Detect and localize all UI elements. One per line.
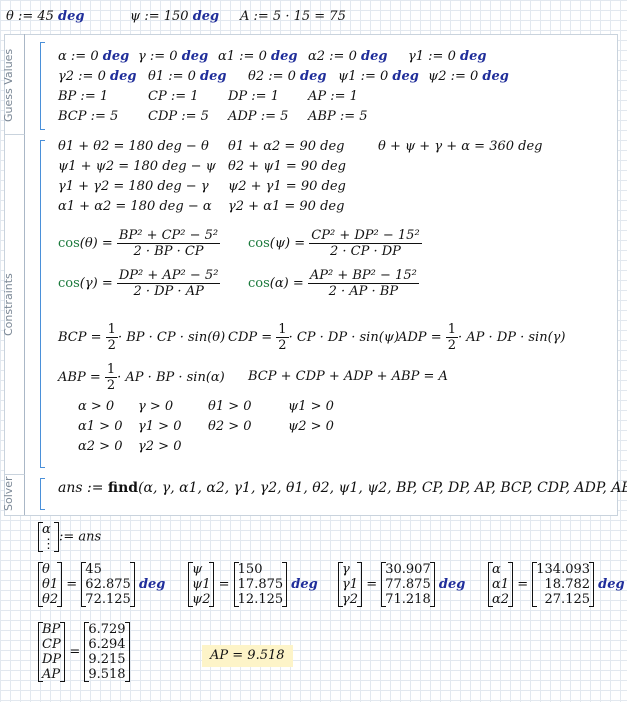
ineq-psi2[interactable]: ψ2 > 0 <box>288 419 334 435</box>
guess-values-label: Guess Values <box>2 48 15 122</box>
cos-function: cos <box>58 236 80 251</box>
guess-alpha2[interactable]: α2 := 0 deg <box>308 49 387 65</box>
guess-gamma2[interactable]: γ2 := 0 deg <box>58 69 136 85</box>
result-gamma-vector[interactable]: γ γ1 γ2 = 30.907 77.875 71.218 deg <box>338 562 465 607</box>
constraint-gamma2-alpha1[interactable]: γ2 + α1 = 90 deg <box>228 199 344 215</box>
guess-theta1[interactable]: θ1 := 0 deg <box>148 69 227 85</box>
ineq-alpha1[interactable]: α1 > 0 <box>78 419 122 435</box>
guess-gamma1[interactable]: γ1 := 0 deg <box>408 49 486 65</box>
solver-label: Solver <box>2 476 15 512</box>
solver-bracket <box>40 478 45 510</box>
constraint-theta2-psi1[interactable]: θ2 + ψ1 = 90 deg <box>228 159 346 175</box>
constraint-psi-sum[interactable]: ψ1 + ψ2 = 180 deg − ψ <box>58 159 216 175</box>
cos-function: cos <box>248 236 270 251</box>
guess-bp[interactable]: BP := 1 <box>58 89 108 105</box>
constraint-theta1-alpha2[interactable]: θ1 + α2 = 90 deg <box>228 139 344 155</box>
constraint-area-abp[interactable]: ABP = 1 2 · AP · BP · sin(α) <box>58 362 225 393</box>
guess-bracket <box>40 42 45 130</box>
ineq-theta1[interactable]: θ1 > 0 <box>208 399 252 415</box>
constraint-gamma-sum[interactable]: γ1 + γ2 = 180 deg − γ <box>58 179 209 195</box>
guess-abp[interactable]: ABP := 5 <box>308 109 368 125</box>
constraint-alpha-sum[interactable]: α1 + α2 = 180 deg − α <box>58 199 212 215</box>
guess-gamma[interactable]: γ := 0 deg <box>138 49 208 65</box>
ineq-alpha2[interactable]: α2 > 0 <box>78 439 122 455</box>
constraint-theta-sum[interactable]: θ1 + θ2 = 180 deg − θ <box>58 139 209 155</box>
constraints-bracket <box>40 140 45 468</box>
psi-definition[interactable]: ψ := 150 deg <box>130 9 219 25</box>
result-alpha-vector[interactable]: α α1 α2 = 134.093 18.782 27.125 deg <box>488 562 625 607</box>
result-assignment[interactable]: α ⋮:= ans <box>38 522 101 552</box>
find-function: find <box>107 480 139 496</box>
constraint-cos-gamma[interactable]: cos(γ) = DP² + AP² − 5² 2 · DP · AP <box>58 268 221 299</box>
ineq-gamma[interactable]: γ > 0 <box>138 399 173 415</box>
guess-alpha[interactable]: α := 0 deg <box>58 49 129 65</box>
constraint-cos-theta[interactable]: cos(θ) = BP² + CP² − 5² 2 · BP · CP <box>58 228 221 259</box>
guess-psi2[interactable]: ψ2 := 0 deg <box>428 69 509 85</box>
guess-alpha1[interactable]: α1 := 0 deg <box>218 49 297 65</box>
area-definition[interactable]: A := 5 · 15 = 75 <box>240 9 346 25</box>
guess-psi1[interactable]: ψ1 := 0 deg <box>338 69 419 85</box>
guess-adp[interactable]: ADP := 5 <box>228 109 288 125</box>
unit-label: deg <box>192 9 220 24</box>
constraint-psi2-gamma1[interactable]: ψ2 + γ1 = 90 deg <box>228 179 346 195</box>
area-def-text: A := 5 · 15 = 75 <box>240 9 346 24</box>
constraint-total-angle[interactable]: θ + ψ + γ + α = 360 deg <box>378 139 542 155</box>
guess-theta2[interactable]: θ2 := 0 deg <box>248 69 327 85</box>
guess-bcp[interactable]: BCP := 5 <box>58 109 118 125</box>
solver-find-expression[interactable]: ans := find(α, γ, α1, α2, γ1, γ2, θ1, θ2… <box>58 480 627 496</box>
result-theta-vector[interactable]: θ θ1 θ2 = 45 62.875 72.125 deg <box>38 562 165 607</box>
ineq-alpha[interactable]: α > 0 <box>78 399 114 415</box>
constraint-area-sum[interactable]: BCP + CDP + ADP + ABP = A <box>248 369 448 385</box>
constraint-area-bcp[interactable]: BCP = 1 2 · BP · CP · sin(θ) <box>58 322 225 353</box>
constraint-area-adp[interactable]: ADP = 1 2 · AP · DP · sin(γ) <box>398 322 566 353</box>
theta-def-text: θ := 45 <box>6 9 54 24</box>
ineq-gamma1[interactable]: γ1 > 0 <box>138 419 181 435</box>
guess-cdp[interactable]: CDP := 5 <box>148 109 209 125</box>
ineq-theta2[interactable]: θ2 > 0 <box>208 419 252 435</box>
guess-cp[interactable]: CP := 1 <box>148 89 199 105</box>
ineq-gamma2[interactable]: γ2 > 0 <box>138 439 181 455</box>
cos-function: cos <box>248 276 270 291</box>
ap-result-highlight[interactable]: AP = 9.518 <box>202 645 293 667</box>
constraint-area-cdp[interactable]: CDP = 1 2 · CP · DP · sin(ψ) <box>228 322 399 353</box>
result-psi-vector[interactable]: ψ ψ1 ψ2 = 150 17.875 12.125 deg <box>188 562 318 607</box>
constraint-cos-alpha[interactable]: cos(α) = AP² + BP² − 15² 2 · AP · BP <box>248 268 419 299</box>
constraints-label: Constraints <box>2 273 15 337</box>
constraint-cos-psi[interactable]: cos(ψ) = CP² + DP² − 15² 2 · CP · DP <box>248 228 422 259</box>
guess-dp[interactable]: DP := 1 <box>228 89 279 105</box>
psi-def-text: ψ := 150 <box>130 9 189 24</box>
result-distance-vector[interactable]: BP CP DP AP = 6.729 6.294 9.215 9.518 <box>38 622 130 682</box>
cos-function: cos <box>58 276 80 291</box>
ineq-psi1[interactable]: ψ1 > 0 <box>288 399 334 415</box>
unit-label: deg <box>58 9 85 24</box>
theta-definition[interactable]: θ := 45 deg <box>6 9 85 25</box>
guess-ap[interactable]: AP := 1 <box>308 89 358 105</box>
